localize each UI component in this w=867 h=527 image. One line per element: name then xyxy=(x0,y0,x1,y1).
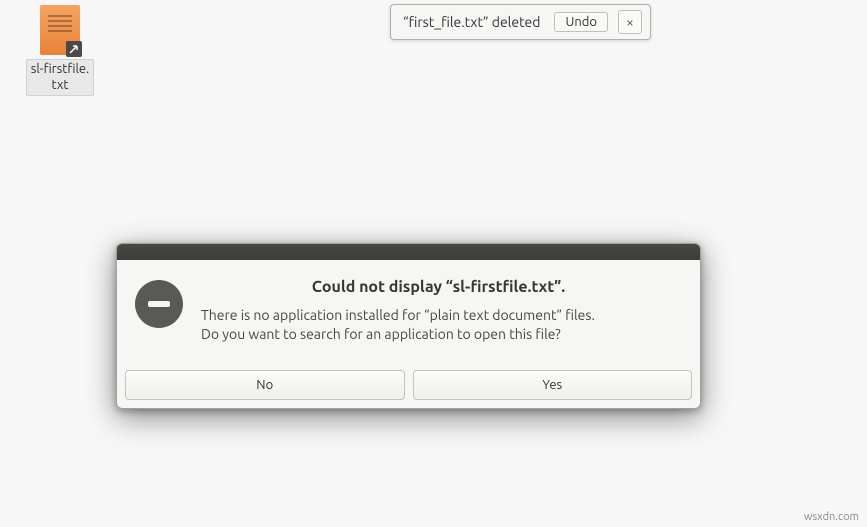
could-not-display-dialog: Could not display “sl-firstfile.txt”. Th… xyxy=(116,243,701,409)
dialog-titlebar[interactable] xyxy=(117,244,700,260)
dialog-content: Could not display “sl-firstfile.txt”. Th… xyxy=(117,260,700,362)
dialog-title: Could not display “sl-firstfile.txt”. xyxy=(201,278,676,296)
dialog-text-area: Could not display “sl-firstfile.txt”. Th… xyxy=(201,278,676,344)
text-file-icon xyxy=(40,5,80,55)
shortcut-arrow-icon xyxy=(66,41,82,57)
dialog-body-line-2: Do you want to search for an application… xyxy=(201,326,561,342)
no-entry-icon xyxy=(135,280,183,328)
no-button[interactable]: No xyxy=(125,370,405,400)
deletion-toast: “first_file.txt” deleted Undo × xyxy=(390,4,651,40)
toast-message: “first_file.txt” deleted xyxy=(399,14,544,30)
watermark: wsxdn.com xyxy=(804,511,859,523)
dialog-body-line-1: There is no application installed for “p… xyxy=(201,307,595,323)
desktop-file-label: sl-firstfile.txt xyxy=(26,59,95,96)
desktop-file-sl-firstfile[interactable]: sl-firstfile.txt xyxy=(20,5,100,96)
dialog-button-row: No Yes xyxy=(117,362,700,408)
dialog-body: There is no application installed for “p… xyxy=(201,306,676,344)
yes-button[interactable]: Yes xyxy=(413,370,693,400)
close-icon[interactable]: × xyxy=(618,10,642,34)
undo-button[interactable]: Undo xyxy=(554,12,608,32)
